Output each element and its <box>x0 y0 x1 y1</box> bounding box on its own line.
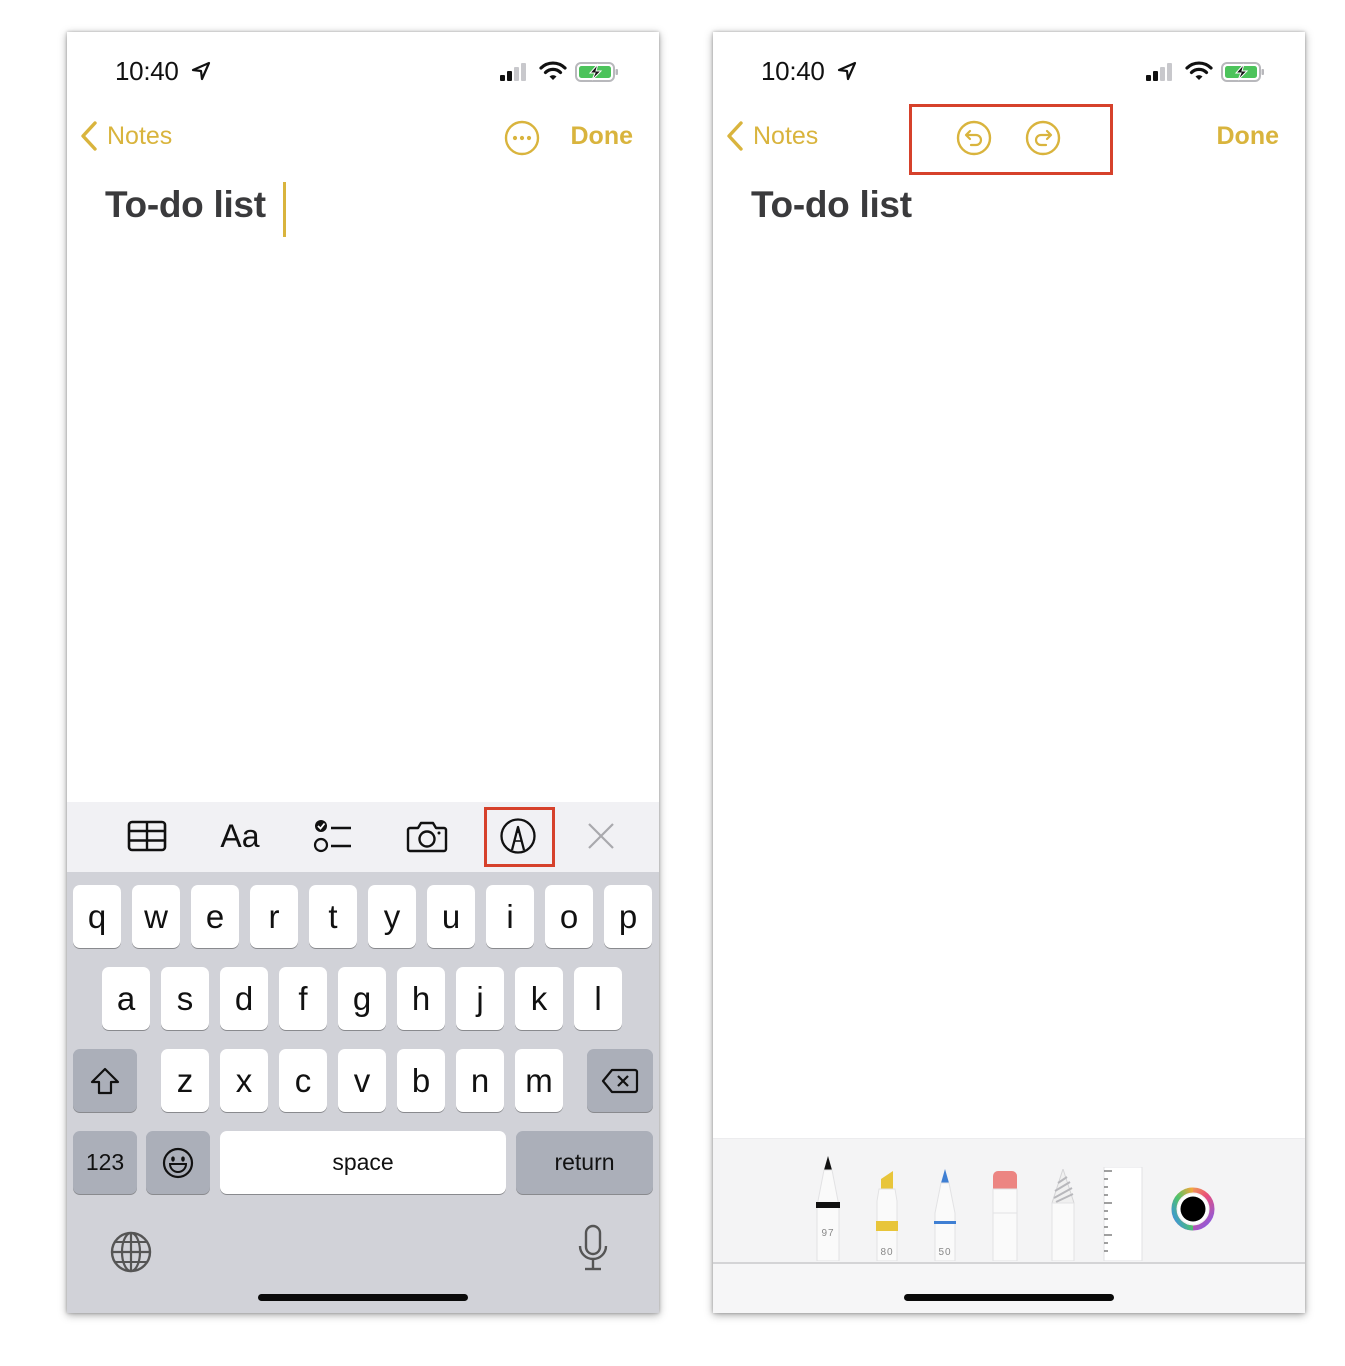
key-m[interactable]: m <box>515 1049 563 1112</box>
key-f[interactable]: f <box>279 967 327 1030</box>
table-button[interactable] <box>125 816 169 856</box>
key-i[interactable]: i <box>486 885 534 948</box>
note-title[interactable]: To-do list <box>751 184 912 226</box>
wifi-icon <box>539 61 567 80</box>
text-format-button[interactable]: Aa <box>217 816 263 856</box>
checklist-button[interactable] <box>313 816 353 856</box>
home-indicator[interactable] <box>904 1294 1114 1301</box>
eraser-tool[interactable] <box>991 1171 1019 1261</box>
lasso-tool[interactable] <box>1049 1169 1077 1261</box>
emoji-icon <box>162 1147 194 1178</box>
key-s[interactable]: s <box>161 967 209 1030</box>
location-arrow-icon <box>837 61 857 81</box>
home-indicator[interactable] <box>258 1294 468 1301</box>
blue-pen-width-label: 50 <box>938 1247 952 1258</box>
numbers-key[interactable]: 123 <box>73 1131 137 1194</box>
key-r[interactable]: r <box>250 885 298 948</box>
key-l[interactable]: l <box>574 967 622 1030</box>
cellular-signal-icon <box>500 63 526 81</box>
pen-width-label: 97 <box>821 1228 835 1239</box>
close-icon <box>588 823 614 849</box>
shift-icon <box>90 1067 120 1094</box>
table-icon <box>127 820 167 852</box>
key-d[interactable]: d <box>220 967 268 1030</box>
eraser-icon <box>992 1171 1018 1261</box>
ellipsis-circle-icon[interactable] <box>504 120 540 156</box>
pen-tool[interactable]: 97 <box>813 1156 843 1261</box>
back-to-notes-button[interactable]: Notes <box>725 120 818 152</box>
key-y[interactable]: y <box>368 885 416 948</box>
back-to-notes-button[interactable]: Notes <box>79 120 172 152</box>
ruler-icon <box>1103 1167 1143 1261</box>
chevron-left-icon <box>727 121 743 151</box>
phone-screen-drawing: 10:40 Notes Done To-do list 97 80 50 <box>713 32 1305 1313</box>
battery-charging-icon <box>575 62 618 82</box>
wifi-icon <box>1185 61 1213 80</box>
status-time: 10:40 <box>761 56 825 86</box>
key-t[interactable]: t <box>309 885 357 948</box>
lasso-icon <box>1051 1169 1075 1261</box>
key-p[interactable]: p <box>604 885 652 948</box>
phone-screen-keyboard: 10:40 Notes Done To-do list Aa q w e r t… <box>67 32 659 1313</box>
location-arrow-icon <box>191 61 211 81</box>
backspace-icon <box>601 1068 639 1093</box>
key-a[interactable]: a <box>102 967 150 1030</box>
key-w[interactable]: w <box>132 885 180 948</box>
pen-icon <box>816 1156 840 1261</box>
close-toolbar-button[interactable] <box>585 816 617 856</box>
shift-key[interactable] <box>73 1049 137 1112</box>
microphone-icon[interactable] <box>575 1224 611 1272</box>
key-k[interactable]: k <box>515 967 563 1030</box>
markup-highlight-box <box>484 807 555 867</box>
emoji-key[interactable] <box>146 1131 210 1194</box>
text-format-label: Aa <box>220 817 260 854</box>
ruler-tool[interactable] <box>1103 1167 1143 1261</box>
battery-charging-icon <box>1221 62 1264 82</box>
key-o[interactable]: o <box>545 885 593 948</box>
palette-bottom-area <box>713 1264 1305 1313</box>
status-time: 10:40 <box>115 56 179 86</box>
key-b[interactable]: b <box>397 1049 445 1112</box>
back-label: Notes <box>753 121 819 150</box>
key-g[interactable]: g <box>338 967 386 1030</box>
marker-tool[interactable]: 80 <box>873 1169 901 1261</box>
done-button[interactable]: Done <box>1217 122 1280 151</box>
camera-button[interactable] <box>405 816 449 856</box>
format-toolbar: Aa <box>67 802 659 872</box>
key-v[interactable]: v <box>338 1049 386 1112</box>
undo-redo-highlight-box <box>909 104 1113 175</box>
return-key[interactable]: return <box>516 1131 653 1194</box>
back-label: Notes <box>107 121 173 150</box>
key-n[interactable]: n <box>456 1049 504 1112</box>
key-u[interactable]: u <box>427 885 475 948</box>
key-h[interactable]: h <box>397 967 445 1030</box>
key-x[interactable]: x <box>220 1049 268 1112</box>
done-button[interactable]: Done <box>571 122 634 151</box>
chevron-left-icon <box>81 121 97 151</box>
note-title[interactable]: To-do list <box>105 184 266 226</box>
checklist-icon <box>313 820 351 853</box>
key-e[interactable]: e <box>191 885 239 948</box>
text-cursor <box>283 182 286 237</box>
key-c[interactable]: c <box>279 1049 327 1112</box>
globe-icon[interactable] <box>109 1230 153 1274</box>
cellular-signal-icon <box>1146 63 1172 81</box>
marker-width-label: 80 <box>880 1247 894 1258</box>
key-q[interactable]: q <box>73 885 121 948</box>
space-key[interactable]: space <box>220 1131 506 1194</box>
color-picker-icon[interactable] <box>1171 1187 1215 1231</box>
keyboard: q w e r t y u i o p a s d f g h j k l z … <box>67 872 659 1313</box>
drawing-tool-palette: 97 80 50 <box>713 1138 1305 1313</box>
key-z[interactable]: z <box>161 1049 209 1112</box>
key-j[interactable]: j <box>456 967 504 1030</box>
delete-key[interactable] <box>587 1049 653 1112</box>
camera-icon <box>406 821 448 853</box>
blue-pen-tool[interactable]: 50 <box>931 1169 959 1261</box>
